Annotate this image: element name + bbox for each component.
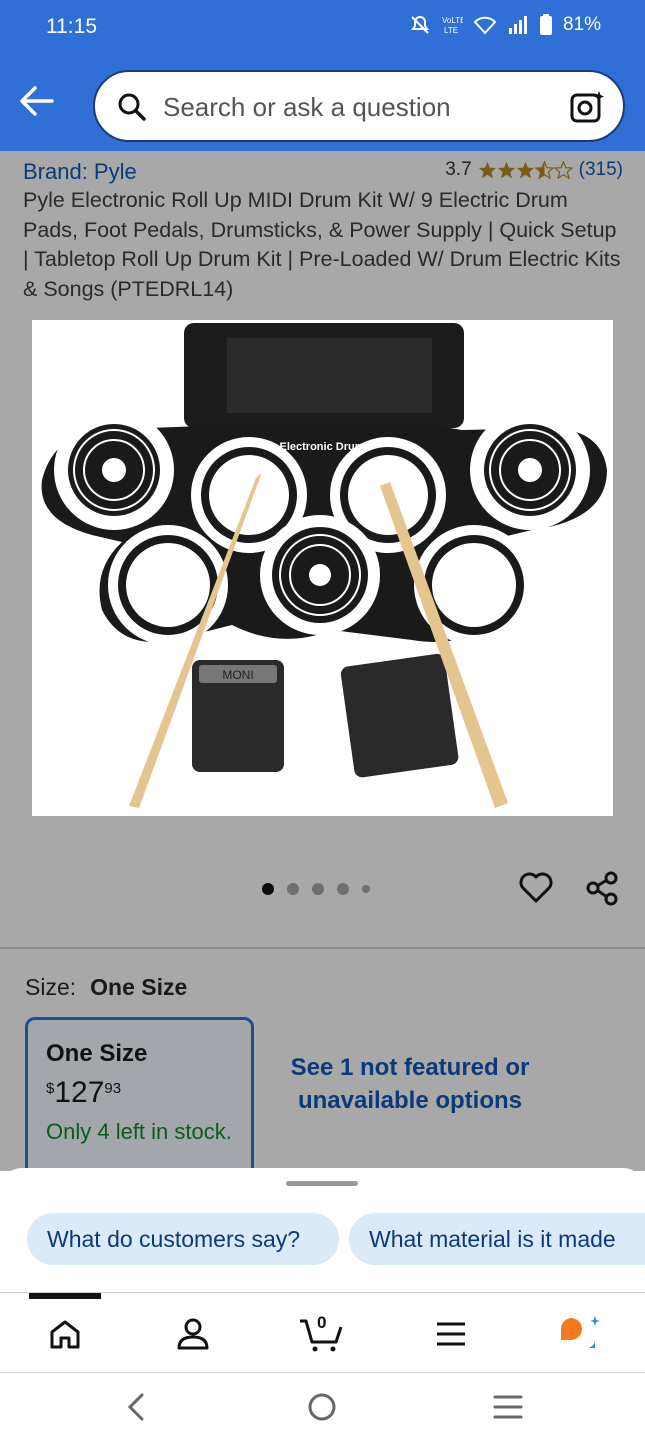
nav-account[interactable]: [168, 1311, 218, 1357]
system-navigation: [0, 1372, 645, 1440]
suggestion-chip[interactable]: What material is it made: [349, 1213, 645, 1265]
signal-icon: [508, 16, 527, 34]
active-tab-indicator: [29, 1293, 101, 1299]
back-button[interactable]: [18, 84, 58, 120]
battery-percent: 81%: [562, 14, 601, 35]
status-icons: VoLTE LTE 81%: [409, 14, 601, 36]
sheet-drag-handle[interactable]: [286, 1181, 358, 1186]
recent-apps-icon: [493, 1395, 523, 1419]
star-half-icon: [534, 161, 554, 179]
see-unavailable-options-link[interactable]: See 1 not featured or unavailable option…: [284, 1051, 536, 1117]
svg-text:LTE: LTE: [444, 26, 458, 35]
home-icon: [50, 1320, 80, 1349]
size-value: One Size: [90, 974, 188, 1000]
star-empty-icon: [553, 161, 573, 179]
camera-lens-icon[interactable]: [569, 89, 605, 125]
rufus-icon: [560, 1316, 600, 1348]
system-back-button[interactable]: [116, 1389, 156, 1425]
carousel-dot[interactable]: [262, 883, 274, 895]
heart-icon[interactable]: [518, 870, 554, 904]
rating-stars: [478, 161, 573, 179]
system-home-button[interactable]: [302, 1389, 342, 1425]
back-arrow-icon: [20, 86, 54, 116]
price-whole: 127: [54, 1076, 105, 1109]
suggestion-sheet: What do customers say? What material is …: [0, 1168, 645, 1292]
size-label: Size:: [25, 974, 77, 1000]
system-recents-button[interactable]: [488, 1389, 528, 1425]
suggestion-chip[interactable]: What do customers say?: [27, 1213, 339, 1265]
volte-icon: VoLTELTE: [442, 16, 463, 35]
nav-menu[interactable]: [426, 1311, 476, 1357]
star-full-icon: [497, 161, 515, 179]
carousel-dot[interactable]: [362, 885, 370, 893]
product-title: Pyle Electronic Roll Up MIDI Drum Kit W/…: [23, 188, 621, 301]
pedal-label: MONI: [222, 668, 253, 682]
account-icon: [177, 1318, 209, 1350]
brand-link[interactable]: Brand: Pyle: [23, 159, 137, 185]
search-bar[interactable]: [93, 70, 625, 142]
mute-icon: [411, 15, 429, 34]
star-full-icon: [478, 161, 496, 179]
carousel-dot[interactable]: [312, 883, 324, 895]
section-divider: [0, 947, 645, 949]
rating[interactable]: 3.7 (315): [445, 159, 623, 181]
drum-kit-illustration: Electronic Drum MONI: [41, 323, 608, 808]
svg-text:VoLTE: VoLTE: [442, 16, 463, 25]
stock-status: Only 4 left in stock.: [46, 1119, 232, 1144]
back-chevron-icon: [127, 1393, 144, 1421]
brand-rating-row: Brand: Pyle 3.7 (315): [23, 159, 623, 185]
cart-count: 0: [317, 1313, 327, 1332]
size-option-name: One Size: [46, 1040, 148, 1067]
carousel-dot[interactable]: [337, 883, 349, 895]
nav-cart[interactable]: 0: [296, 1311, 346, 1357]
menu-icon: [437, 1322, 465, 1346]
nav-home[interactable]: [40, 1311, 90, 1357]
status-bar: 11:15 VoLTE LTE 81%: [0, 0, 645, 54]
status-time: 11:15: [46, 15, 97, 38]
size-option-card[interactable]: One Size $12793 Only 4 left in stock.: [25, 1017, 254, 1187]
wifi-icon: [473, 16, 497, 35]
size-row: Size: One Size: [25, 974, 187, 1001]
product-page: Brand: Pyle 3.7 (315) Pyle Electronic Ro…: [0, 151, 645, 1187]
star-full-icon: [516, 161, 534, 179]
search-icon: [118, 93, 146, 121]
app-header: 11:15 VoLTE LTE 81%: [0, 0, 645, 151]
size-option-price: $12793: [46, 1076, 121, 1110]
rating-count: (315): [578, 159, 623, 180]
price-fraction: 93: [104, 1080, 122, 1097]
share-icon[interactable]: [584, 870, 620, 906]
bottom-nav: 0: [0, 1292, 645, 1372]
carousel-dots: [262, 883, 370, 895]
battery-icon: [539, 14, 552, 35]
rating-value: 3.7: [445, 159, 472, 180]
search-input[interactable]: [163, 86, 543, 128]
home-circle-icon: [308, 1393, 336, 1421]
carousel-dot[interactable]: [287, 883, 299, 895]
product-image[interactable]: Electronic Drum MONI: [32, 320, 613, 816]
price-currency: $: [46, 1080, 55, 1097]
nav-rufus[interactable]: [555, 1311, 605, 1357]
